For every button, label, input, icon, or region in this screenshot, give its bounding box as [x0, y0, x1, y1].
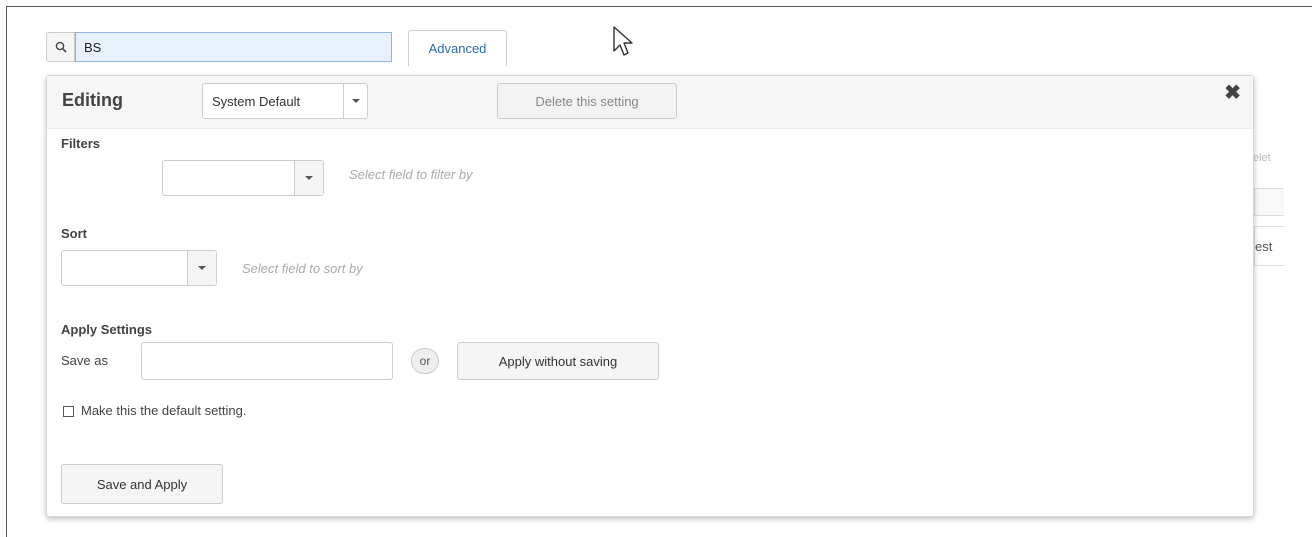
chevron-down-icon: [187, 251, 216, 285]
setting-select[interactable]: System Default: [202, 83, 368, 119]
close-icon[interactable]: ✖: [1224, 80, 1241, 105]
background-text-fragment: elet: [1253, 152, 1271, 164]
search-button[interactable]: [46, 32, 75, 62]
sort-hint: Select field to sort by: [242, 261, 363, 276]
sort-label: Sort: [61, 226, 87, 241]
advanced-settings-panel: Editing System Default Delete this setti…: [46, 75, 1254, 517]
tab-advanced[interactable]: Advanced: [408, 30, 507, 66]
default-setting-label[interactable]: Make this the default setting.: [81, 403, 246, 418]
chevron-down-icon: [294, 161, 323, 195]
panel-header: Editing System Default Delete this setti…: [47, 76, 1253, 129]
panel-title: Editing: [62, 90, 123, 110]
mouse-pointer-icon: [613, 26, 633, 56]
filters-label: Filters: [61, 136, 101, 151]
or-badge: or: [411, 348, 439, 374]
default-setting-checkbox[interactable]: [63, 406, 74, 417]
sort-field-select[interactable]: [61, 250, 217, 286]
apply-settings-label: Apply Settings: [61, 322, 153, 337]
search-input[interactable]: [75, 32, 392, 62]
apply-without-saving-button[interactable]: Apply without saving: [457, 342, 659, 380]
background-field-fragment: [1254, 188, 1284, 216]
save-as-label: Save as: [61, 353, 108, 368]
setting-select-value: System Default: [212, 93, 301, 109]
filter-hint: Select field to filter by: [349, 167, 473, 182]
background-button-fragment: est: [1254, 226, 1284, 266]
save-and-apply-button[interactable]: Save and Apply: [61, 464, 223, 504]
search-icon: [55, 41, 67, 53]
delete-setting-button[interactable]: Delete this setting: [497, 83, 677, 119]
chevron-down-icon: [343, 84, 367, 118]
save-as-input[interactable]: [141, 342, 393, 380]
filter-field-select[interactable]: [162, 160, 324, 196]
